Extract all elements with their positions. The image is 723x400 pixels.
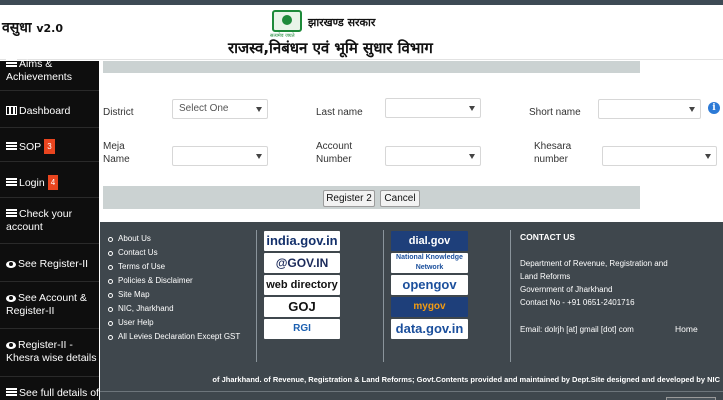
khesara-number-label: Khesara number xyxy=(534,141,572,165)
footer-link-contact[interactable]: Contact Us xyxy=(108,246,240,260)
chevron-down-icon xyxy=(469,154,475,159)
goj-logo[interactable]: GOJ xyxy=(264,297,340,317)
rgi-logo[interactable]: RGI xyxy=(264,319,340,339)
india-gov-logo[interactable]: india.gov.in xyxy=(264,231,340,251)
contact-department-cont: Land Reforms xyxy=(520,272,571,281)
brand-version: v2.0 xyxy=(36,22,64,35)
footer-divider xyxy=(510,230,511,362)
sop-count-badge: 3 xyxy=(44,139,55,154)
sidebar-item-login[interactable]: Login 4 xyxy=(0,162,99,198)
contact-phone: Contact No - +91 0651-2401716 xyxy=(520,298,635,307)
footer-credits: of Jharkhand. of Revenue, Registration &… xyxy=(212,375,720,384)
mygov-logo[interactable]: mygov xyxy=(391,297,468,317)
sidebar-item-label: Register-II - Khesra wise details xyxy=(6,339,97,364)
footer-divider xyxy=(383,230,384,362)
list-icon xyxy=(6,59,17,68)
khesara-number-select[interactable] xyxy=(602,146,717,166)
chevron-down-icon xyxy=(689,107,695,112)
opengov-logo[interactable]: opengov xyxy=(391,275,468,295)
dial-gov-logo[interactable]: dial.gov xyxy=(391,231,468,251)
cancel-button[interactable]: Cancel xyxy=(380,190,420,207)
district-select[interactable]: Select One xyxy=(172,99,268,119)
list-icon xyxy=(6,142,17,151)
sidebar-item-full-details[interactable]: See full details of xyxy=(0,377,99,400)
sidebar: Aims & Achievements Dashboard SOP 3 Login… xyxy=(0,58,99,400)
footer-link-about[interactable]: About Us xyxy=(108,232,240,246)
chart-icon xyxy=(6,106,17,115)
state-title: झारखण्ड सरकार xyxy=(308,16,376,29)
form-header-bar xyxy=(103,61,640,73)
sidebar-item-dashboard[interactable]: Dashboard xyxy=(0,94,99,128)
last-name-select[interactable] xyxy=(385,98,481,118)
register-button[interactable]: Register 2 xyxy=(323,190,375,207)
brand-name: वसुधा xyxy=(2,20,32,36)
short-name-label: Short name xyxy=(529,107,581,118)
footer-link-terms[interactable]: Terms of Use xyxy=(108,260,240,274)
sidebar-item-label: SOP xyxy=(19,141,42,153)
last-name-label: Last name xyxy=(316,107,363,118)
web-directory-logo[interactable]: web directory xyxy=(264,275,340,295)
chevron-down-icon xyxy=(705,154,711,159)
national-knowledge-network-logo[interactable]: National Knowledge Network xyxy=(391,253,468,273)
login-count-badge: 4 xyxy=(47,175,59,190)
sidebar-item-aims[interactable]: Aims & Achievements xyxy=(0,57,99,91)
sidebar-item-account-register-ii[interactable]: See Account & Register-II xyxy=(0,282,99,329)
sidebar-item-khesra-details[interactable]: Register-II - Khesra wise details xyxy=(0,329,99,377)
sidebar-item-label: Login xyxy=(19,177,45,189)
list-icon xyxy=(6,388,17,397)
footer-link-user-help[interactable]: User Help xyxy=(108,316,240,330)
contact-email: Email: dolrjh [at] gmail [dot] com xyxy=(520,325,634,334)
footer-divider xyxy=(256,230,257,362)
meja-name-select[interactable] xyxy=(172,146,268,166)
footer-link-nic[interactable]: NIC, Jharkhand xyxy=(108,302,240,316)
chevron-down-icon xyxy=(469,106,475,111)
footer-link-policies[interactable]: Policies & Disclaimer xyxy=(108,274,240,288)
contact-title: CONTACT US xyxy=(520,232,576,242)
department-title: राजस्व,निबंधन एवं भूमि सुधार विभाग xyxy=(228,39,433,57)
footer-link-sitemap[interactable]: Site Map xyxy=(108,288,240,302)
sidebar-item-label: Dashboard xyxy=(19,105,71,117)
chevron-down-icon xyxy=(256,154,262,159)
sidebar-item-check-account[interactable]: Check your account xyxy=(0,198,99,244)
district-label: District xyxy=(103,107,134,118)
list-icon xyxy=(6,178,17,187)
account-number-select[interactable] xyxy=(385,146,481,166)
footer-home-link[interactable]: Home xyxy=(675,324,698,334)
sidebar-item-register-ii[interactable]: See Register-II xyxy=(0,244,99,282)
short-name-select[interactable] xyxy=(598,99,701,119)
sidebar-item-label: See full details of xyxy=(19,387,99,399)
contact-department: Department of Revenue, Registration and xyxy=(520,259,668,268)
eye-icon xyxy=(6,261,16,268)
chevron-down-icon xyxy=(256,107,262,112)
eye-icon xyxy=(6,342,16,349)
list-icon xyxy=(6,209,17,218)
sidebar-item-label: See Register-II xyxy=(18,258,89,270)
district-select-value: Select One xyxy=(179,103,229,114)
footer-separator xyxy=(100,391,723,392)
jharkhand-emblem-icon xyxy=(272,10,302,32)
site-header: वसुधा v2.0 सत्यमेव जयते झारखण्ड सरकार रा… xyxy=(0,5,723,60)
eye-icon xyxy=(6,295,16,302)
footer-link-levies[interactable]: All Levies Declaration Except GST xyxy=(108,330,240,344)
footer-links: About Us Contact Us Terms of Use Policie… xyxy=(108,232,240,344)
meja-name-label: Meja Name xyxy=(103,141,130,165)
data-gov-logo[interactable]: data.gov.in xyxy=(391,319,468,339)
account-number-label: Account Number xyxy=(316,141,353,165)
info-icon[interactable]: i xyxy=(708,102,720,114)
contact-government: Government of Jharkhand xyxy=(520,285,613,294)
sidebar-item-label: See Account & Register-II xyxy=(6,292,87,317)
sidebar-item-sop[interactable]: SOP 3 xyxy=(0,128,99,162)
gov-in-logo[interactable]: @GOV.IN xyxy=(264,253,340,273)
brand-logo[interactable]: वसुधा v2.0 xyxy=(2,18,63,37)
